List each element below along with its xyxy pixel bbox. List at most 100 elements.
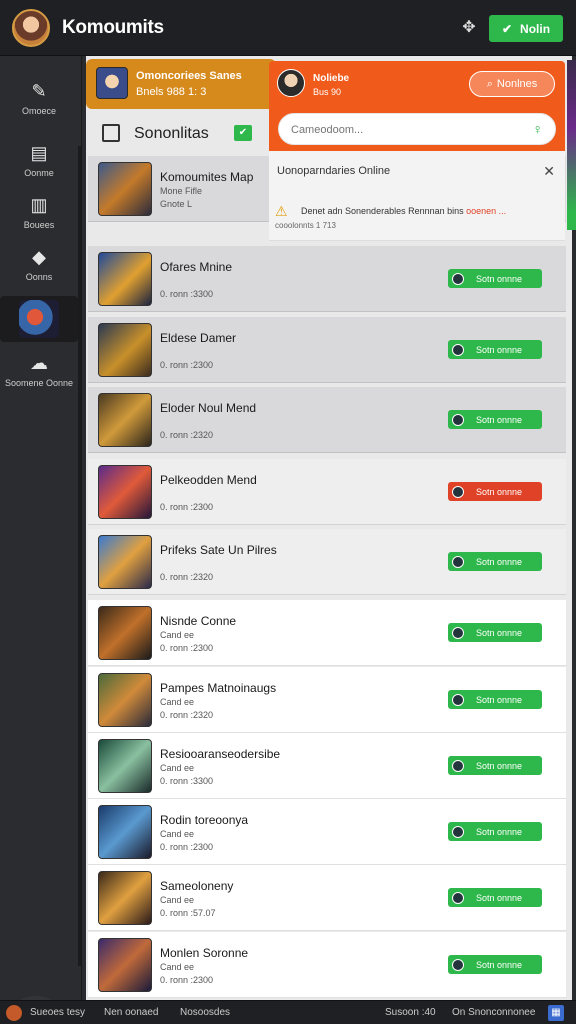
play-online-button[interactable]: Sotn onnne [448,888,542,907]
game-thumbnail[interactable] [98,606,152,660]
grid-icon[interactable]: ▦ [548,1005,564,1021]
play-online-label: Sotn onnne [476,414,523,425]
popup-title: Uonoparndaries Online [277,165,391,177]
featured-subtitle: Bnels 988 1: 3 [136,86,207,98]
play-online-button[interactable]: Sotn onnne [448,269,542,288]
game-thumbnail[interactable] [98,393,152,447]
sidebar-item-label: Omoece [21,106,56,116]
game-thumbnail[interactable] [98,739,152,793]
play-online-button[interactable]: Sotn onnne [448,623,542,642]
sidebar-item-label: Oonns [25,272,53,282]
controller-icon [452,693,464,706]
popup-search-box[interactable]: ♀ [278,113,556,145]
game-stats: 0. ronn :2300 [160,842,214,852]
featured-banner[interactable]: Omoncoriees Sanes Bnels 988 1: 3 [86,59,276,109]
play-online-button[interactable]: Sotn onnne [448,822,542,841]
popup-pill-button[interactable]: ⌕ Nonlnes [469,71,555,97]
game-row[interactable]: Ofares Mnine 0. ronn :3300 Sotn onnne [88,246,566,312]
play-online-button[interactable]: Sotn onnne [448,756,542,775]
game-name: Eloder Noul Mend [160,401,257,415]
controller-icon [452,759,464,772]
game-meta: Cand ee [160,962,195,972]
game-thumbnail[interactable] [98,323,152,377]
bottom-bar: Sueoes tesy Nen oonaed Nosoosdes Susoon … [0,1000,576,1024]
game-thumbnail[interactable] [98,805,152,859]
popup-search-input[interactable] [291,121,511,139]
controller-icon [452,825,464,838]
play-online-button[interactable]: Sotn onnne [448,410,542,429]
bottom-item[interactable]: Nen oonaed [104,1007,159,1018]
sidebar-item-label: Oonme [24,168,54,178]
game-row[interactable]: Prifeks Sate Un Pilres 0. ronn :2320 Sotn … [88,529,566,595]
bottom-item[interactable]: Susoon :40 [385,1007,436,1018]
right-edge-thumbnails[interactable] [567,60,576,230]
game-row[interactable]: Monlen Soronne Cand ee 0. ronn :2300 Sotn o… [88,932,566,998]
play-online-button[interactable]: Sotn onnne [448,482,542,501]
user-avatar[interactable] [12,9,50,47]
play-online-button[interactable]: Sotn onnne [448,690,542,709]
play-online-label: Sotn onnne [476,486,523,497]
game-row[interactable]: Pelkeodden Mend 0. ronn :2300 Sotn onnne [88,459,566,525]
game-stats: 0. ronn :57.07 [160,908,216,918]
books-icon: ▥ [30,195,48,215]
game-row[interactable]: Pampes Matnoinaugs Cand ee 0. ronn :2320 So… [88,667,566,733]
game-row[interactable]: Rodin toreoonya Cand ee 0. ronn :2300 Sotn … [88,799,566,865]
sidebar-scrollbar[interactable] [78,146,81,966]
popup-avatar[interactable] [277,69,305,97]
game-row[interactable]: Resiooaranseodersibe Cand ee 0. ronn :3300… [88,733,566,799]
search-icon: ⌕ [486,77,493,90]
bottom-item[interactable]: On Snonconnonee [452,1007,535,1018]
sidebar-item-soomene[interactable]: ☁ Soomene Oonne [0,346,78,398]
game-stats: Gnote L [160,199,193,209]
section-check-icon[interactable]: ✔ [234,125,252,141]
game-thumbnail[interactable] [98,673,152,727]
controller-icon [452,343,464,356]
sidebar: ✎ Omoece ▤ Oonme ▥ Bouees ◆ Oonns ☁ Soom… [0,56,82,1024]
popup-message-highlight[interactable]: ooenen ... [466,206,506,216]
cloud-icon: ☁ [30,353,48,373]
game-thumbnail[interactable] [98,465,152,519]
game-thumbnail[interactable] [98,252,152,306]
top-action-button[interactable]: ✔ Nolin [489,15,563,42]
sidebar-item-oonns[interactable]: ◆ Oonns [0,240,78,292]
game-thumbnail[interactable] [98,162,152,216]
game-name: Sameoloneny [160,879,234,893]
game-stats: 0. ronn :2300 [160,502,214,512]
game-row[interactable]: Eloder Noul Mend 0. ronn :2320 Sotn onnne [88,387,566,453]
play-online-label: Sotn onnne [476,273,523,284]
controller-icon [452,413,464,426]
sidebar-item-bouees[interactable]: ▥ Bouees [0,188,78,240]
game-name: Rodin toreoonya [160,813,249,827]
game-row[interactable]: Eldese Damer 0. ronn :2300 Sotn onnne [88,317,566,383]
game-name: Ofares Mnine [160,260,233,274]
featured-title: Omoncoriees Sanes [136,70,242,82]
controller-icon [452,626,464,639]
play-online-button[interactable]: Sotn onnne [448,340,542,359]
game-thumbnail[interactable] [98,938,152,992]
play-online-button[interactable]: Sotn onnne [448,552,542,571]
game-name: Komoumites Map [160,170,254,184]
game-thumbnail[interactable] [98,535,152,589]
game-name: Resiooaranseodersibe [160,747,281,761]
game-row[interactable]: Nisnde Conne Cand ee 0. ronn :2300 Sotn onn… [88,600,566,666]
top-action-label: Nolin [520,21,551,36]
sidebar-item-active-game[interactable] [0,296,78,342]
play-online-button[interactable]: Sotn onnne [448,955,542,974]
sidebar-item-omoece[interactable]: ✎ Omoece [0,74,78,126]
game-thumbnail[interactable] [98,871,152,925]
game-stats: 0. ronn :3300 [160,289,214,299]
bottom-avatar[interactable] [6,1005,22,1021]
play-online-label: Sotn onnne [476,556,523,567]
game-name: Eldese Damer [160,331,237,345]
controller-icon [452,891,464,904]
move-icon[interactable]: ✥ [460,19,478,37]
bottom-item[interactable]: Sueoes tesy [30,1007,85,1018]
sidebar-item-oonme[interactable]: ▤ Oonme [0,136,78,188]
controller-icon [452,272,464,285]
mic-icon[interactable]: ♀ [533,121,544,137]
bottom-item[interactable]: Nosoosdes [180,1007,230,1018]
close-icon[interactable]: ✕ [543,163,555,180]
popup-body: Uonoparndaries Online ✕ ⚠ Denet adn Sone… [269,151,565,241]
game-meta: Cand ee [160,895,195,905]
game-row[interactable]: Sameoloneny Cand ee 0. ronn :57.07 Sotn onn… [88,865,566,931]
